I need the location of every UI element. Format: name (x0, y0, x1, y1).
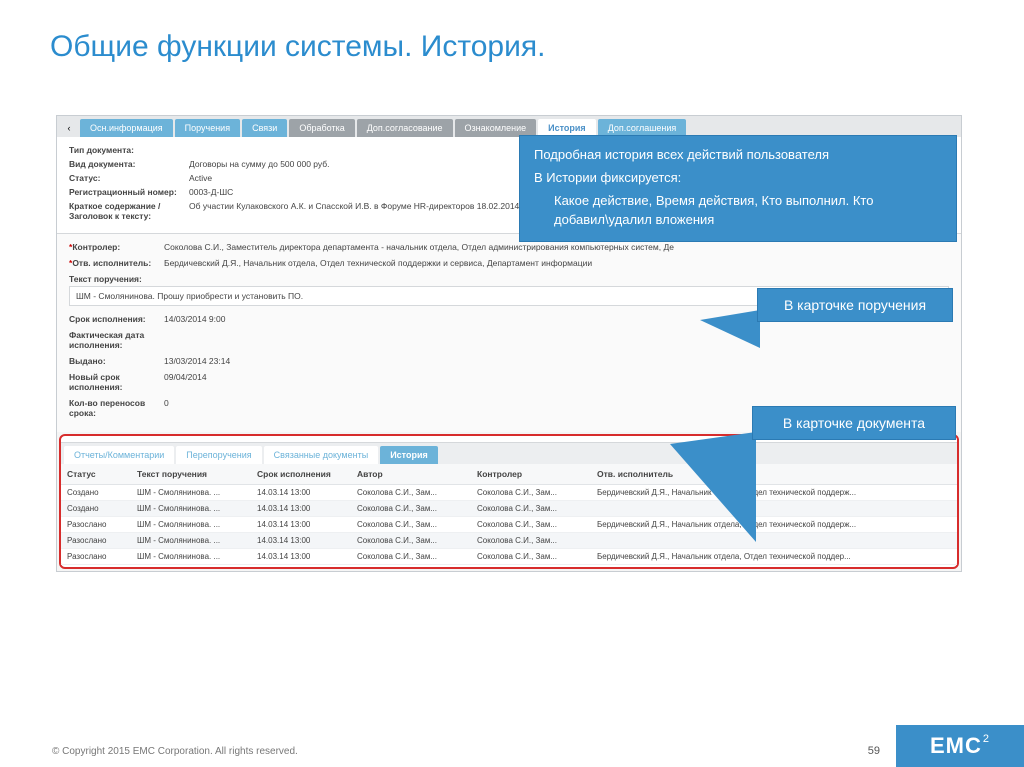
issued-value: 13/03/2014 23:14 (164, 356, 949, 366)
prev-tab-icon[interactable]: ‹ (60, 119, 78, 137)
table-cell: 14.03.14 13:00 (251, 485, 351, 501)
table-cell: Создано (61, 501, 131, 517)
table-cell: Создано (61, 485, 131, 501)
table-cell: ШМ - Смолянинова. ... (131, 533, 251, 549)
subtab-reports[interactable]: Отчеты/Комментарии (64, 446, 174, 464)
issued-label: Выдано: (69, 356, 164, 366)
table-cell: Соколова С.И., Зам... (471, 549, 591, 565)
callout-main-line1: Подробная история всех действий пользова… (534, 146, 942, 165)
sub-tab-bar: Отчеты/Комментарии Перепоручения Связанн… (61, 442, 957, 464)
tab-bar: ‹ Осн.информация Поручения Связи Обработ… (57, 116, 961, 137)
table-cell: Разослано (61, 549, 131, 565)
table-cell: Соколова С.И., Зам... (471, 485, 591, 501)
task-text-label: Текст поручения: (69, 274, 164, 284)
table-cell: Бердичевский Д.Я., Начальник отдела, Отд… (591, 485, 957, 501)
table-cell: Разослано (61, 517, 131, 533)
table-cell: Соколова С.И., Зам... (471, 501, 591, 517)
table-cell: Соколова С.И., Зам... (471, 517, 591, 533)
table-cell: ШМ - Смолянинова. ... (131, 549, 251, 565)
regnum-label: Регистрационный номер: (69, 187, 189, 197)
subtab-history[interactable]: История (380, 446, 438, 464)
table-row[interactable]: РазосланоШМ - Смолянинова. ...14.03.14 1… (61, 549, 957, 565)
newdue-value: 09/04/2014 (164, 372, 949, 392)
table-cell: Соколова С.И., Зам... (351, 485, 471, 501)
table-cell: Бердичевский Д.Я., Начальник отдела, Отд… (591, 517, 957, 533)
tab-links[interactable]: Связи (242, 119, 287, 137)
table-cell: 14.03.14 13:00 (251, 501, 351, 517)
doc-kind-label: Вид документа: (69, 159, 189, 169)
th-text[interactable]: Текст поручения (131, 464, 251, 485)
copyright: © Copyright 2015 EMC Corporation. All ri… (0, 746, 298, 767)
callout-doc-tail (670, 432, 756, 542)
table-cell: Соколова С.И., Зам... (351, 517, 471, 533)
table-cell: Соколова С.И., Зам... (351, 533, 471, 549)
actual-value (164, 330, 949, 350)
table-row[interactable]: РазосланоШМ - Смолянинова. ...14.03.14 1… (61, 517, 957, 533)
doc-type-label: Тип документа: (69, 145, 189, 155)
doc-kind-value: Договоры на сумму до 500 000 руб. (189, 159, 330, 169)
th-executor[interactable]: Отв. исполнитель (591, 464, 957, 485)
table-cell: ШМ - Смолянинова. ... (131, 485, 251, 501)
th-controller[interactable]: Контролер (471, 464, 591, 485)
table-cell: ШМ - Смолянинова. ... (131, 501, 251, 517)
history-panel: Отчеты/Комментарии Перепоручения Связанн… (59, 434, 959, 569)
controller-label: *Контролер: (69, 242, 164, 252)
th-author[interactable]: Автор (351, 464, 471, 485)
table-cell: ШМ - Смолянинова. ... (131, 517, 251, 533)
footer: © Copyright 2015 EMC Corporation. All ri… (0, 725, 1024, 767)
callout-doc: В карточке документа (752, 406, 956, 440)
subtab-related[interactable]: Связанные документы (264, 446, 379, 464)
summary-label: Краткое содержание / Заголовок к тексту: (69, 201, 189, 221)
tab-tasks[interactable]: Поручения (175, 119, 240, 137)
callout-main-line2: В Истории фиксируется: (534, 169, 942, 188)
table-cell: 14.03.14 13:00 (251, 549, 351, 565)
subtab-delegations[interactable]: Перепоручения (176, 446, 261, 464)
emc-logo: EMC2 (896, 725, 1024, 767)
th-due[interactable]: Срок исполнения (251, 464, 351, 485)
actual-label: Фактическая дата исполнения: (69, 330, 164, 350)
callout-main-line3: Какое действие, Время действия, Кто выпо… (534, 192, 942, 230)
executor-label: *Отв. исполнитель: (69, 258, 164, 268)
table-cell (591, 501, 957, 517)
page-number: 59 (868, 745, 896, 767)
table-cell: Разослано (61, 533, 131, 549)
table-cell: Соколова С.И., Зам... (351, 549, 471, 565)
callout-task-tail (700, 310, 760, 348)
slide-title: Общие функции системы. История. (0, 0, 1024, 64)
tab-processing[interactable]: Обработка (289, 119, 354, 137)
task-details: *Контролер: Соколова С.И., Заместитель д… (57, 233, 961, 432)
table-cell (591, 533, 957, 549)
moves-label: Кол-во переносов срока: (69, 398, 164, 418)
regnum-value: 0003-Д-ШС (189, 187, 233, 197)
history-table: Статус Текст поручения Срок исполнения А… (61, 464, 957, 565)
callout-main: Подробная история всех действий пользова… (519, 135, 957, 242)
summary-value: Об участии Кулаковского А.К. и Спасской … (189, 201, 519, 221)
tab-main-info[interactable]: Осн.информация (80, 119, 173, 137)
status-value: Active (189, 173, 212, 183)
table-cell: Соколова С.И., Зам... (471, 533, 591, 549)
controller-value: Соколова С.И., Заместитель директора деп… (164, 242, 949, 252)
table-row[interactable]: РазосланоШМ - Смолянинова. ...14.03.14 1… (61, 533, 957, 549)
table-cell: 14.03.14 13:00 (251, 517, 351, 533)
table-row[interactable]: СозданоШМ - Смолянинова. ...14.03.14 13:… (61, 501, 957, 517)
due-label: Срок исполнения: (69, 314, 164, 324)
status-label: Статус: (69, 173, 189, 183)
table-cell: Соколова С.И., Зам... (351, 501, 471, 517)
th-status[interactable]: Статус (61, 464, 131, 485)
table-header-row: Статус Текст поручения Срок исполнения А… (61, 464, 957, 485)
executor-value: Бердичевский Д.Я., Начальник отдела, Отд… (164, 258, 949, 268)
newdue-label: Новый срок исполнения: (69, 372, 164, 392)
table-cell: 14.03.14 13:00 (251, 533, 351, 549)
callout-task: В карточке поручения (757, 288, 953, 322)
tab-approval[interactable]: Доп.согласование (357, 119, 453, 137)
table-cell: Бердичевский Д.Я., Начальник отдела, Отд… (591, 549, 957, 565)
table-row[interactable]: СозданоШМ - Смолянинова. ...14.03.14 13:… (61, 485, 957, 501)
